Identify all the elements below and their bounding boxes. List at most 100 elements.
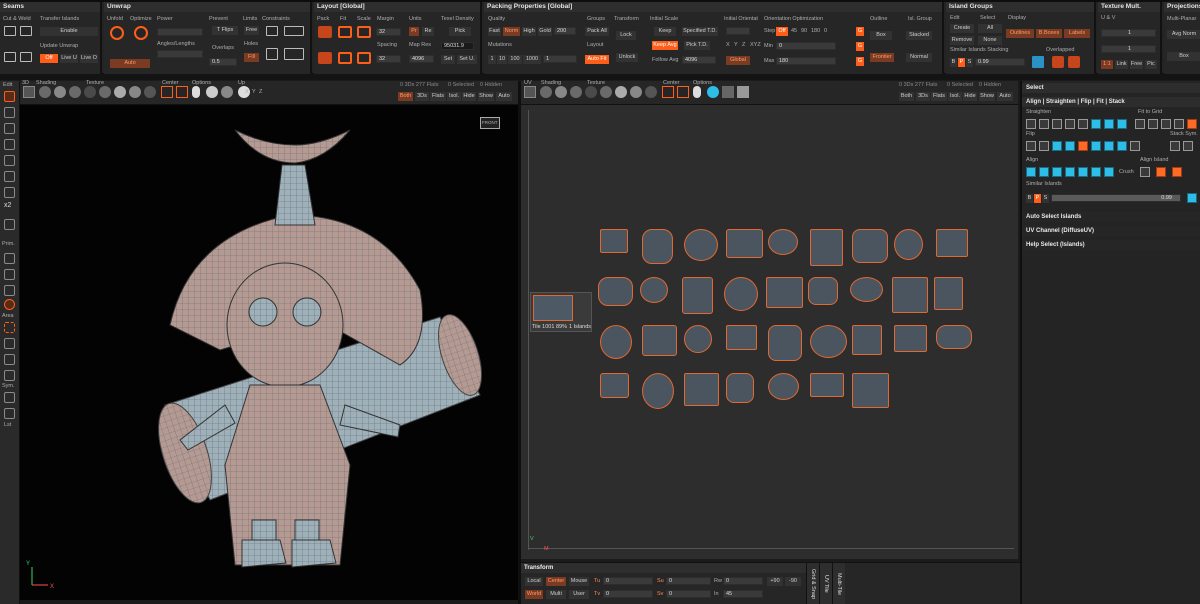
pic-button[interactable]: Pic bbox=[1145, 60, 1157, 69]
grid-snap-tab[interactable]: Grid & Snap bbox=[806, 563, 819, 604]
pick-td-button[interactable]: Pick T.D. bbox=[684, 41, 710, 50]
align-e-icon[interactable] bbox=[1078, 167, 1088, 177]
uv-center-a-icon[interactable] bbox=[662, 86, 674, 98]
orient-xyz-label[interactable]: XYZ bbox=[750, 42, 761, 49]
outlines-button[interactable]: Outlines bbox=[1006, 29, 1034, 38]
step-0-label[interactable]: 0 bbox=[824, 28, 827, 35]
texture-b-icon[interactable] bbox=[114, 86, 126, 98]
norm-button[interactable]: Norm bbox=[503, 27, 520, 36]
uv-center-b-icon[interactable] bbox=[677, 86, 689, 98]
stack-b-button[interactable]: B bbox=[950, 58, 957, 67]
rotate-minus-90-button[interactable]: -90 bbox=[785, 577, 801, 586]
ratio-button[interactable]: 1:1 bbox=[1101, 60, 1113, 69]
constraint-c-icon[interactable] bbox=[266, 48, 278, 60]
stack-s-button[interactable]: S bbox=[966, 58, 973, 67]
fit-grid-a-icon[interactable] bbox=[1135, 119, 1145, 129]
uv-island[interactable] bbox=[642, 325, 677, 356]
straighten-c-icon[interactable] bbox=[1052, 119, 1062, 129]
uv-options-b-icon[interactable] bbox=[722, 86, 734, 98]
symmetry-icon[interactable] bbox=[4, 392, 15, 403]
help-select-header[interactable]: Help Select (Islands) bbox=[1022, 240, 1200, 250]
nav-cube-icon[interactable]: FRONT bbox=[480, 117, 500, 129]
uv-island[interactable] bbox=[682, 277, 713, 314]
uv-island[interactable] bbox=[936, 229, 968, 257]
uv-island[interactable] bbox=[684, 229, 718, 261]
align-island-b-icon[interactable] bbox=[1156, 167, 1166, 177]
brush-select-icon[interactable] bbox=[4, 354, 15, 365]
uv-island[interactable] bbox=[894, 325, 927, 352]
optimize-icon[interactable] bbox=[134, 26, 148, 40]
shield-tool-icon[interactable] bbox=[4, 219, 15, 230]
shading-wire-icon[interactable] bbox=[54, 86, 66, 98]
uv-texture-e-icon[interactable] bbox=[645, 86, 657, 98]
uv-tile-tab[interactable]: UV Tile bbox=[819, 563, 832, 604]
mutation-10-button[interactable]: 10 bbox=[497, 55, 507, 64]
map-res-field[interactable]: 4096 bbox=[409, 55, 434, 63]
flip-e-icon[interactable] bbox=[1078, 141, 1088, 151]
pack-icon[interactable] bbox=[318, 26, 332, 38]
in-field[interactable]: 45 bbox=[723, 590, 763, 598]
mode-auto-3d[interactable]: Auto bbox=[496, 92, 512, 101]
select-tool-icon[interactable] bbox=[4, 91, 15, 102]
sv-field[interactable]: 0 bbox=[666, 590, 711, 598]
paint-tool-icon[interactable] bbox=[4, 123, 15, 134]
cut-icon[interactable] bbox=[4, 26, 16, 36]
mode-isol-uv[interactable]: Isol. bbox=[948, 92, 962, 101]
set-u-button[interactable]: Set U. bbox=[457, 55, 477, 64]
mode-3ds-uv[interactable]: 3Ds bbox=[916, 92, 930, 101]
flip-b-icon[interactable] bbox=[1039, 141, 1049, 151]
high-button[interactable]: High bbox=[522, 27, 536, 36]
seam-b-icon[interactable] bbox=[20, 52, 32, 62]
multi-tile-tab[interactable]: Multi-Tile bbox=[832, 563, 845, 604]
orient-field[interactable] bbox=[726, 27, 750, 35]
pr-button[interactable]: Pr bbox=[409, 27, 419, 36]
uv-light-icon[interactable] bbox=[693, 86, 701, 98]
free-button[interactable]: Free bbox=[244, 26, 259, 35]
step-180-label[interactable]: 180 bbox=[811, 28, 820, 35]
uv-island[interactable] bbox=[726, 229, 763, 258]
uv-island[interactable] bbox=[598, 277, 633, 306]
bend-tool-icon[interactable] bbox=[4, 285, 15, 296]
global-button[interactable]: Global bbox=[726, 56, 750, 65]
sphere-tool-icon[interactable] bbox=[4, 155, 15, 166]
fit-grid-b-icon[interactable] bbox=[1148, 119, 1158, 129]
center-b-icon[interactable] bbox=[176, 86, 188, 98]
align-g-icon[interactable] bbox=[1104, 167, 1114, 177]
user-button[interactable]: User bbox=[569, 590, 589, 599]
rect-tool-icon[interactable] bbox=[4, 107, 15, 118]
similar-s-button[interactable]: S bbox=[1042, 194, 1049, 203]
uv-island[interactable] bbox=[600, 229, 628, 253]
center-button[interactable]: Center bbox=[546, 577, 566, 586]
spacing-field[interactable]: 32 bbox=[376, 55, 401, 63]
up-z[interactable]: Z bbox=[259, 89, 262, 96]
gold-button[interactable]: Gold bbox=[538, 27, 552, 36]
up-y[interactable]: Y bbox=[252, 89, 256, 96]
flip-h-icon[interactable] bbox=[1117, 141, 1127, 151]
stack-p-button[interactable]: P bbox=[958, 58, 965, 67]
mouse-button[interactable]: Mouse bbox=[569, 577, 589, 586]
fill-button[interactable]: Fill bbox=[244, 53, 259, 62]
straighten-d-icon[interactable] bbox=[1065, 119, 1075, 129]
align-b-icon[interactable] bbox=[1039, 167, 1049, 177]
uv-island[interactable] bbox=[808, 277, 838, 305]
create-button[interactable]: Create bbox=[950, 24, 974, 33]
align-a-icon[interactable] bbox=[1026, 167, 1036, 177]
tu-field[interactable]: 0 bbox=[603, 577, 653, 585]
lock-button[interactable]: Lock bbox=[616, 31, 636, 40]
min-field[interactable]: 0 bbox=[776, 42, 836, 50]
uv-island[interactable] bbox=[934, 277, 963, 310]
step-90-label[interactable]: 90 bbox=[801, 28, 807, 35]
step-45-label[interactable]: 45 bbox=[791, 28, 797, 35]
enable-button[interactable]: Enable bbox=[40, 27, 98, 36]
viewport-3d[interactable]: Y X FRONT bbox=[20, 105, 518, 600]
mutation-1-button[interactable]: 1 bbox=[488, 55, 496, 64]
x2-label[interactable]: x2 bbox=[4, 202, 11, 209]
texture-checker-icon[interactable] bbox=[84, 86, 96, 98]
crush-label[interactable]: Crush bbox=[1119, 169, 1134, 176]
fast-button[interactable]: Fast bbox=[488, 27, 501, 36]
v-mult-field[interactable]: 1 bbox=[1101, 45, 1156, 53]
mode-show-3d[interactable]: Show bbox=[478, 92, 494, 101]
pack-b-icon[interactable] bbox=[318, 52, 332, 64]
frontier-button[interactable]: Frontier bbox=[870, 53, 894, 62]
constraint-d-icon[interactable] bbox=[284, 48, 304, 60]
